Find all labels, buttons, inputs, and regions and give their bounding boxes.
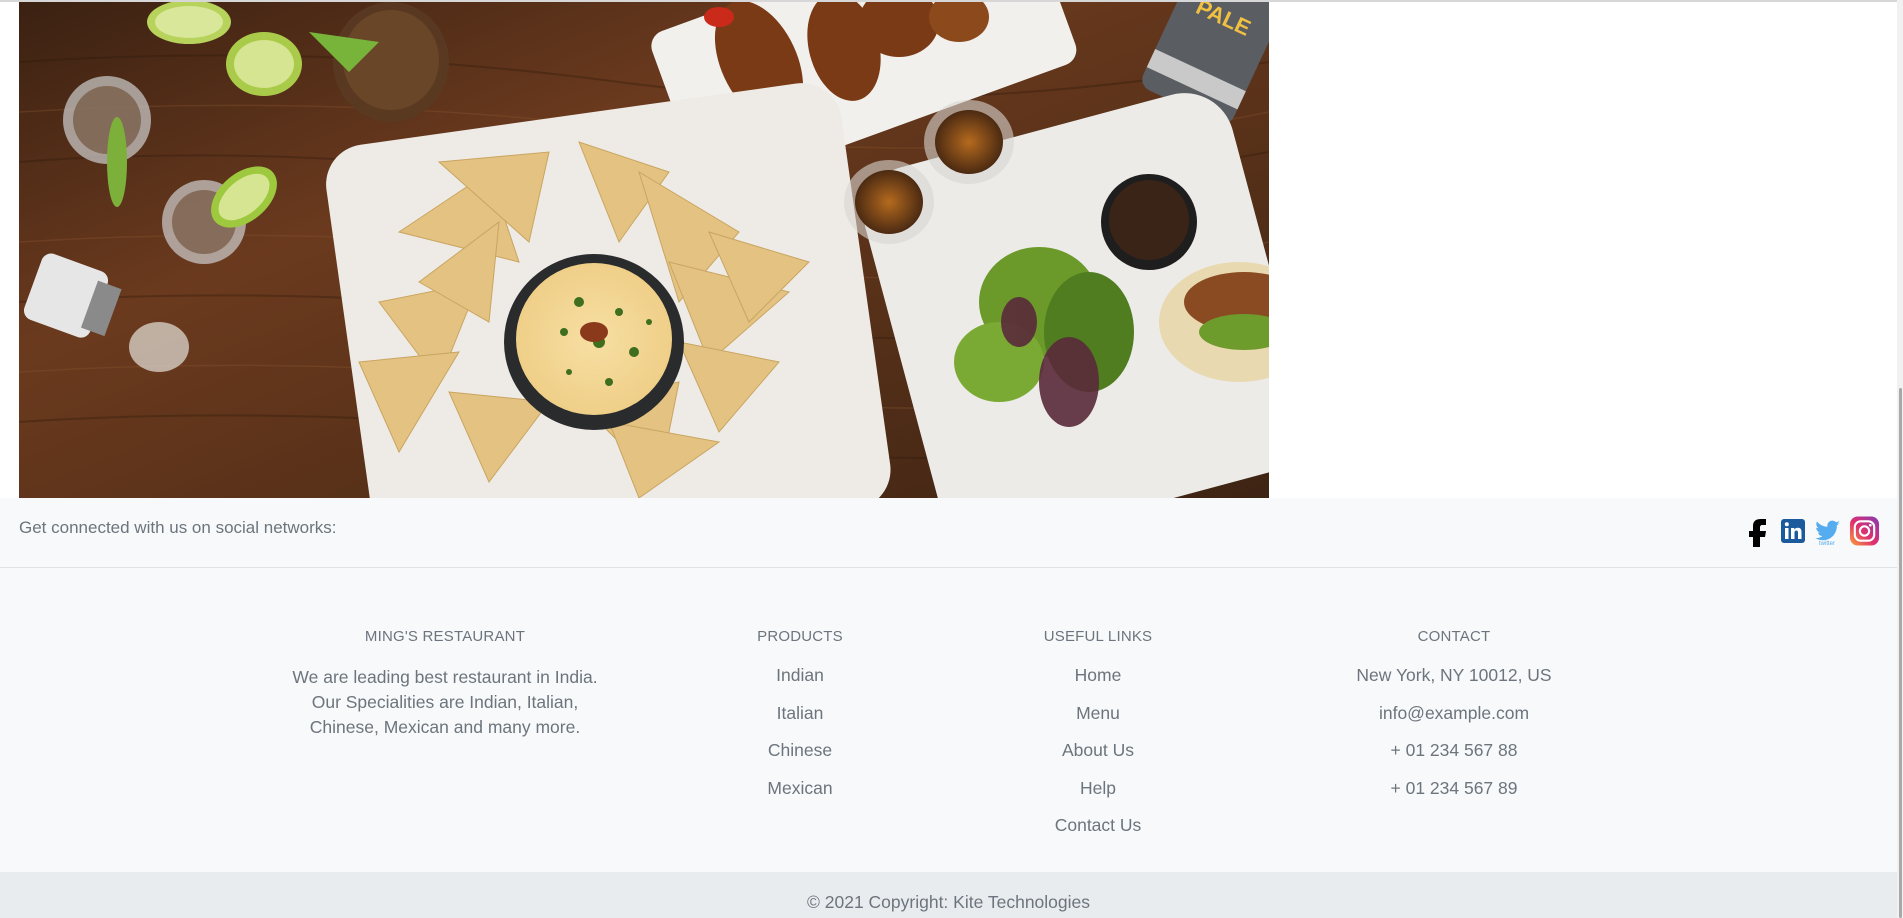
- useful-link-home[interactable]: Home: [1018, 665, 1178, 686]
- footer-about-text: We are leading best restaurant in India.…: [292, 667, 598, 737]
- footer-products-title: PRODUCTS: [757, 628, 843, 645]
- contact-phone-2: + 01 234 567 89: [1390, 777, 1518, 798]
- social-bar: Get connected with us on social networks…: [0, 498, 1897, 568]
- social-text: Get connected with us on social networks…: [19, 518, 337, 537]
- contact-email: info@example.com: [1378, 702, 1530, 723]
- linkedin-icon[interactable]: [1777, 513, 1808, 548]
- useful-link-contact-us[interactable]: Contact Us: [1018, 815, 1178, 836]
- page: PALE Get connected with us on social net…: [0, 0, 1903, 918]
- footer-about: MING'S RESTAURANT We are leading best re…: [280, 628, 610, 740]
- product-link-italian[interactable]: Italian: [725, 703, 875, 724]
- useful-link-menu[interactable]: Menu: [1018, 703, 1178, 724]
- useful-link-help[interactable]: Help: [1018, 778, 1178, 799]
- product-link-indian[interactable]: Indian: [725, 665, 875, 686]
- footer-useful-links: USEFUL LINKS Home Menu About Us Help Con…: [1018, 628, 1178, 853]
- product-link-mexican[interactable]: Mexican: [725, 778, 875, 799]
- copyright-text: © 2021 Copyright: Kite Technologies: [806, 892, 1091, 912]
- footer-contact: CONTACT New York, NY 10012, US info@exam…: [1314, 628, 1594, 815]
- footer: MING'S RESTAURANT We are leading best re…: [0, 568, 1897, 872]
- footer-about-title: MING'S RESTAURANT: [364, 628, 526, 645]
- scrollbar-thumb[interactable]: [1899, 388, 1902, 918]
- product-link-chinese[interactable]: Chinese: [725, 740, 875, 761]
- twitter-icon[interactable]: twitter: [1813, 513, 1844, 548]
- contact-phone-1: + 01 234 567 88: [1390, 740, 1518, 760]
- copyright-bar: © 2021 Copyright: Kite Technologies: [0, 872, 1897, 918]
- contact-address: New York, NY 10012, US: [1356, 665, 1552, 685]
- facebook-icon[interactable]: [1741, 513, 1772, 548]
- useful-link-about-us[interactable]: About Us: [1018, 740, 1178, 761]
- footer-useful-links-title: USEFUL LINKS: [1043, 628, 1153, 645]
- footer-contact-title: CONTACT: [1417, 628, 1491, 645]
- social-icons: twitter: [1741, 513, 1880, 548]
- svg-text:twitter: twitter: [1819, 541, 1835, 546]
- instagram-icon[interactable]: [1849, 513, 1880, 548]
- hero-image: PALE: [19, 2, 1269, 498]
- footer-products: PRODUCTS Indian Italian Chinese Mexican: [725, 628, 875, 815]
